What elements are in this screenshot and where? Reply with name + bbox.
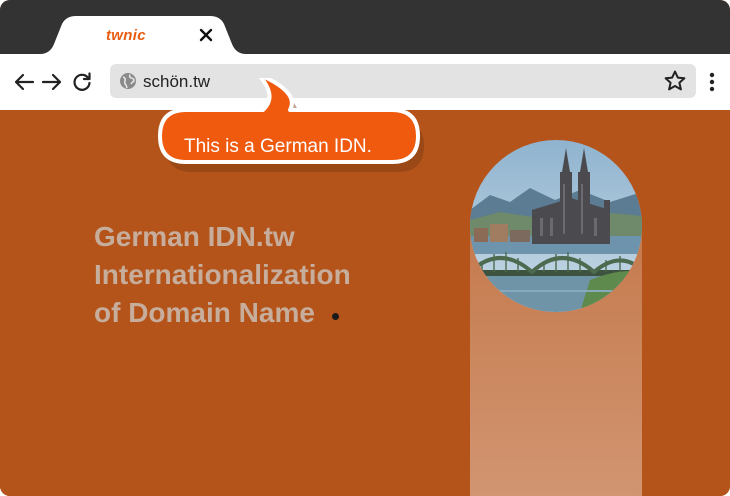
headline-period-dot [332,313,339,320]
headline-line-2: Internationalization [94,259,351,290]
headline-line-1: German IDN.tw [94,221,295,252]
star-icon[interactable] [663,69,687,93]
page-headline: German IDN.tw Internationalization of Do… [94,218,351,332]
close-icon[interactable] [196,25,216,45]
browser-window: twnic schön.tw This is a German IDN. Ger… [0,0,730,496]
cologne-cathedral-photo [470,140,642,312]
browser-tab[interactable]: twnic [40,16,246,54]
forward-arrow-icon[interactable] [40,70,64,94]
callout-bubble: This is a German IDN. [150,78,430,188]
title-bar: twnic [0,0,730,54]
globe-icon [119,72,137,90]
twnic-logo: twnic [106,27,146,44]
reload-icon[interactable] [70,70,94,94]
more-vert-icon[interactable] [705,70,719,94]
callout-text: This is a German IDN. [184,136,372,157]
back-arrow-icon[interactable] [12,70,36,94]
headline-line-3: of Domain Name [94,297,315,328]
